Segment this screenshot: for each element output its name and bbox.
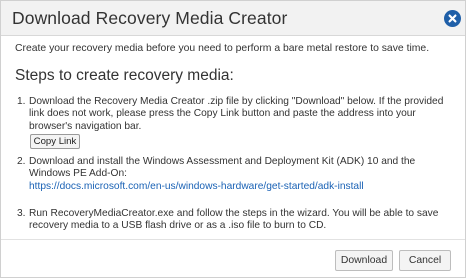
cancel-button[interactable]: Cancel [399,250,451,271]
step-text-line: recovery media to a USB flash drive or a… [29,220,327,232]
intro-text: Create your recovery media before you ne… [15,43,430,54]
adk-download-link[interactable]: https://docs.microsoft.com/en-us/windows… [29,181,364,193]
dialog-titlebar: Download Recovery Media Creator [1,1,465,36]
step-text-line: Download the Recovery Media Creator .zip… [29,96,444,107]
step-number: 3. [17,208,26,219]
footer-divider [1,239,465,240]
step-text-line: Run RecoveryMediaCreator.exe and follow … [29,208,439,219]
step-text-line: Windows PE Add-On: [29,168,127,180]
step-number: 1. [17,96,26,107]
recovery-media-dialog: Download Recovery Media Creator Create y… [0,0,466,278]
download-button[interactable]: Download [335,250,393,271]
step-text-line: link does not work, please press the Cop… [29,108,416,120]
copy-link-button[interactable]: Copy Link [30,134,80,149]
close-icon[interactable] [444,10,461,27]
step-text-line: browser's navigation bar. [29,120,142,132]
step-number: 2. [17,156,26,167]
dialog-title: Download Recovery Media Creator [12,8,288,28]
step-text-line: Download and install the Windows Assessm… [29,156,416,167]
steps-heading: Steps to create recovery media: [15,67,234,84]
